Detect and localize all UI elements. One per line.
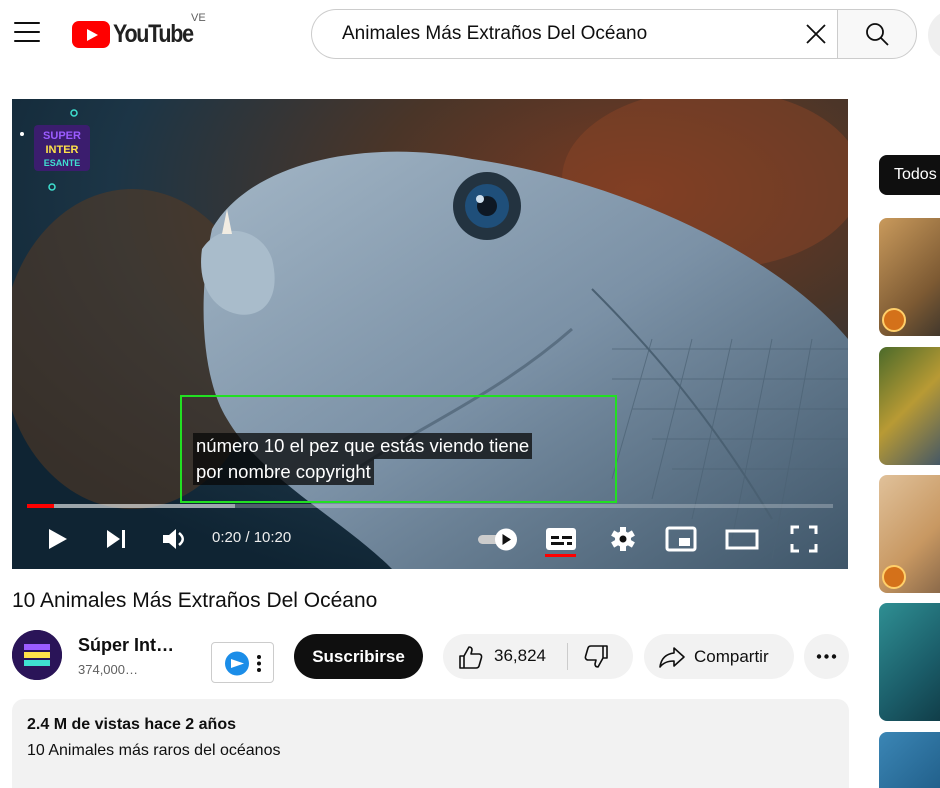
channel-badge-icon xyxy=(225,651,261,676)
channel-name[interactable]: Súper Int… xyxy=(78,635,174,656)
recommended-thumbnail[interactable] xyxy=(879,347,940,465)
settings-gear-icon[interactable] xyxy=(609,519,637,559)
recommended-thumbnail[interactable] xyxy=(879,732,940,788)
progress-bar[interactable] xyxy=(27,504,833,508)
video-caption: número 10 el pez que estás viendo tiene … xyxy=(193,433,533,485)
progress-loaded xyxy=(27,504,235,508)
svg-text:SUPER: SUPER xyxy=(43,130,81,142)
volume-icon[interactable] xyxy=(160,519,190,559)
clear-search-icon[interactable] xyxy=(803,21,829,47)
player-controls: 0:20 / 10:20 xyxy=(12,519,848,559)
theater-mode-icon[interactable] xyxy=(725,519,759,559)
next-icon[interactable] xyxy=(104,519,130,559)
thumbs-down-icon[interactable] xyxy=(584,644,610,670)
search-button[interactable] xyxy=(837,9,917,59)
recommended-channel-avatar xyxy=(882,565,906,589)
like-dislike-group: 36,824 xyxy=(443,634,633,679)
search-bar: Animales Más Extraños Del Océano xyxy=(311,9,917,59)
video-player[interactable]: SUPER INTER ESANTE número 10 el pez que … xyxy=(12,99,848,569)
recommended-channel-avatar xyxy=(882,308,906,332)
channel-logo-icon xyxy=(12,630,62,680)
fullscreen-icon[interactable] xyxy=(789,519,819,559)
video-title: 10 Animales Más Extraños Del Océano xyxy=(12,589,378,612)
youtube-play-icon xyxy=(72,21,110,48)
share-button[interactable]: Compartir xyxy=(644,634,794,679)
subscribe-button[interactable]: Suscribirse xyxy=(294,634,423,679)
progress-played xyxy=(27,504,54,508)
subscriber-count: 374,000… xyxy=(78,662,138,677)
like-count[interactable]: 36,824 xyxy=(494,646,546,666)
recommended-thumbnail[interactable] xyxy=(879,218,940,336)
view-stats: 2.4 M de vistas hace 2 años xyxy=(27,716,236,733)
search-input[interactable]: Animales Más Extraños Del Océano xyxy=(311,9,837,59)
recommended-thumbnail[interactable] xyxy=(879,603,940,721)
caption-line-2: por nombre copyright xyxy=(193,459,374,485)
top-bar: YouTube VE Animales Más Extraños Del Océ… xyxy=(0,0,940,70)
autoplay-toggle[interactable] xyxy=(476,519,522,559)
recommended-thumbnail[interactable] xyxy=(879,475,940,593)
time-display: 0:20 / 10:20 xyxy=(212,529,292,546)
youtube-logo[interactable]: YouTube VE xyxy=(72,12,206,49)
search-icon xyxy=(866,23,889,46)
play-icon[interactable] xyxy=(45,519,71,559)
membership-button[interactable] xyxy=(211,642,274,683)
search-value: Animales Más Extraños Del Océano xyxy=(342,23,648,44)
voice-search-button[interactable] xyxy=(928,10,940,60)
share-arrow-icon xyxy=(659,647,685,668)
subtitles-icon[interactable] xyxy=(544,519,578,559)
like-divider xyxy=(567,643,568,670)
thumbs-up-icon[interactable] xyxy=(457,644,483,670)
svg-text:INTER: INTER xyxy=(46,144,79,156)
caption-line-1: número 10 el pez que estás viendo tiene xyxy=(193,433,533,459)
svg-text:ESANTE: ESANTE xyxy=(44,158,81,168)
country-code: VE xyxy=(191,12,206,24)
description-box[interactable]: 2.4 M de vistas hace 2 años 10 Animales … xyxy=(12,699,849,788)
more-horizontal-icon xyxy=(816,654,837,659)
menu-icon[interactable] xyxy=(14,22,40,44)
more-actions-button[interactable] xyxy=(804,634,849,679)
logo-text: YouTube xyxy=(113,20,194,48)
subtitles-active-indicator xyxy=(545,554,576,557)
miniplayer-icon[interactable] xyxy=(665,519,697,559)
description-text: 10 Animales más raros del océanos xyxy=(27,742,281,759)
channel-avatar[interactable] xyxy=(12,630,62,680)
share-label: Compartir xyxy=(694,647,769,666)
filter-chip-all[interactable]: Todos xyxy=(879,155,940,195)
